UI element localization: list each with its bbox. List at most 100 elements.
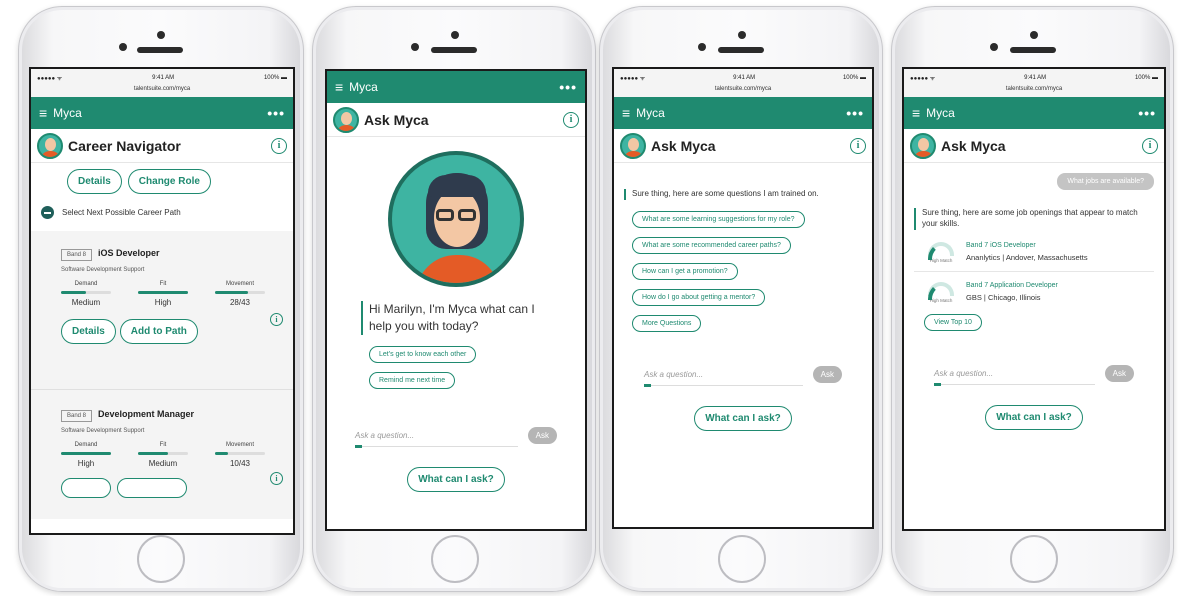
- avatar: [333, 106, 359, 133]
- url-bar[interactable]: talentsuite.com/myca: [614, 86, 872, 97]
- info-icon[interactable]: i: [270, 313, 283, 326]
- sensor-icon: [411, 43, 419, 51]
- job-result[interactable]: High Match Band 7 Application Developer G…: [914, 272, 1154, 311]
- job-subtitle: Software Development Support: [61, 267, 145, 273]
- app-bar: ≡ Myca •••: [614, 97, 872, 129]
- suggestion-chip[interactable]: Let's get to know each other: [369, 345, 477, 363]
- menu-icon[interactable]: ≡: [335, 79, 343, 95]
- view-top-10-button[interactable]: View Top 10: [924, 313, 982, 331]
- camera-icon: [451, 31, 459, 39]
- details-button[interactable]: Details: [67, 169, 122, 194]
- status-bar: ●●●●● ᯤ 9:41 AM 100% ▬: [614, 69, 872, 86]
- match-gauge-icon: [928, 241, 954, 260]
- ask-button[interactable]: Ask: [812, 366, 842, 384]
- suggestion-chip[interactable]: What are some recommended career paths?: [632, 236, 791, 254]
- job-result-location: GBS | Chicago, Illinois: [966, 293, 1041, 303]
- more-icon[interactable]: •••: [559, 79, 577, 95]
- metrics-row: Demand High Fit Medium Movement 10/43: [61, 442, 285, 468]
- app-name: Myca: [636, 106, 665, 120]
- app-bar: ≡ Myca •••: [904, 97, 1164, 129]
- speaker-icon: [718, 47, 764, 53]
- ask-input[interactable]: Ask a question...: [644, 364, 803, 387]
- avatar: [620, 132, 646, 159]
- job-result[interactable]: High Match Band 7 iOS Developer Ananlytic…: [914, 238, 1154, 272]
- ask-button[interactable]: Ask: [527, 427, 557, 445]
- menu-icon[interactable]: ≡: [622, 105, 630, 121]
- camera-icon: [157, 31, 165, 39]
- add-to-path-button[interactable]: [117, 478, 187, 498]
- more-icon[interactable]: •••: [846, 105, 864, 121]
- bot-message: Sure thing, here are some job openings t…: [914, 208, 1154, 230]
- info-icon[interactable]: i: [1142, 137, 1158, 154]
- suggestion-chip[interactable]: How can I get a promotion?: [632, 262, 738, 280]
- app-name: Myca: [926, 106, 955, 120]
- app-name: Myca: [349, 80, 378, 94]
- add-to-path-button[interactable]: Add to Path: [119, 319, 198, 344]
- status-bar: ●●●●● ᯤ 9:41 AM 100% ▬: [31, 69, 293, 86]
- suggestion-chip[interactable]: Remind me next time: [369, 371, 456, 389]
- page-title: Ask Myca: [651, 137, 716, 154]
- minus-circle-icon: [41, 206, 54, 219]
- ask-button[interactable]: Ask: [1104, 365, 1134, 383]
- match-gauge-icon: [928, 281, 954, 300]
- screen-ask-myca-questions: ●●●●● ᯤ 9:41 AM 100% ▬ talentsuite.com/myc…: [612, 67, 874, 529]
- chat-area: Hi Marilyn, I'm Myca what can I help you…: [327, 287, 585, 395]
- what-can-i-ask-button[interactable]: What can I ask?: [985, 404, 1083, 430]
- job-result-title: Band 7 Application Developer: [966, 282, 1058, 290]
- change-role-button[interactable]: Change Role: [127, 169, 211, 194]
- chat-area: What jobs are available? Sure thing, her…: [904, 163, 1164, 337]
- page-title: Career Navigator: [68, 137, 181, 154]
- job-card[interactable]: Band 8 iOS Developer Software Development…: [31, 231, 293, 389]
- phone-2: ≡ Myca ••• Ask Myca i Hi Marilyn, I'm Myca …: [312, 6, 596, 592]
- job-title: Development Manager: [98, 409, 195, 419]
- page-header: Ask Myca i: [327, 103, 585, 137]
- ask-bar: Ask a question... Ask: [614, 364, 872, 387]
- home-button[interactable]: [718, 535, 766, 583]
- more-icon[interactable]: •••: [1138, 105, 1156, 121]
- myca-avatar-large: [388, 151, 524, 287]
- menu-icon[interactable]: ≡: [912, 105, 920, 121]
- suggestion-chip[interactable]: What are some learning suggestions for m…: [632, 210, 805, 228]
- job-subtitle: Software Development Support: [61, 428, 145, 434]
- sensor-icon: [990, 43, 998, 51]
- ask-input[interactable]: Ask a question...: [934, 363, 1095, 386]
- job-result-title: Band 7 iOS Developer: [966, 242, 1036, 250]
- camera-icon: [738, 31, 746, 39]
- status-bar: ●●●●● ᯤ 9:41 AM 100% ▬: [904, 69, 1164, 86]
- more-icon[interactable]: •••: [267, 105, 285, 121]
- job-result-location: Ananlytics | Andover, Massachusetts: [966, 253, 1088, 263]
- info-icon[interactable]: i: [563, 111, 579, 128]
- details-button[interactable]: [61, 478, 111, 498]
- page-header: Ask Myca i: [614, 129, 872, 163]
- job-card[interactable]: Band 8 Development Manager Software Devel…: [31, 389, 293, 519]
- more-questions-chip[interactable]: More Questions: [632, 314, 702, 332]
- ask-bar: Ask a question... Ask: [327, 425, 585, 448]
- menu-icon[interactable]: ≡: [39, 105, 47, 121]
- chat-area: Sure thing, here are some questions I am…: [614, 163, 872, 338]
- app-name: Myca: [53, 106, 82, 120]
- page-header: Ask Myca i: [904, 129, 1164, 163]
- next-path-row[interactable]: Select Next Possible Career Path: [31, 194, 293, 231]
- suggestion-chip[interactable]: How do I go about getting a mentor?: [632, 288, 766, 306]
- home-button[interactable]: [431, 535, 479, 583]
- ask-input[interactable]: Ask a question...: [355, 425, 518, 448]
- info-icon[interactable]: i: [271, 137, 287, 154]
- url-bar[interactable]: talentsuite.com/myca: [904, 86, 1164, 97]
- question-list: What are some learning suggestions for m…: [624, 208, 860, 338]
- what-can-i-ask-button[interactable]: What can I ask?: [407, 466, 505, 492]
- speaker-icon: [137, 47, 183, 53]
- screen-ask-myca-intro: ≡ Myca ••• Ask Myca i Hi Marilyn, I'm Myca …: [325, 69, 587, 531]
- info-icon[interactable]: i: [270, 472, 283, 485]
- phone-3: ●●●●● ᯤ 9:41 AM 100% ▬ talentsuite.com/myc…: [599, 6, 883, 592]
- screen-career-navigator: ●●●●● ᯤ 9:41 AM 100% ▬ talentsuite.com/myc…: [29, 67, 295, 535]
- url-bar[interactable]: talentsuite.com/myca: [31, 86, 293, 97]
- job-title: iOS Developer: [98, 248, 160, 258]
- bot-message: Sure thing, here are some questions I am…: [624, 189, 860, 200]
- details-button[interactable]: Details: [61, 319, 116, 344]
- avatar: [37, 132, 63, 159]
- what-can-i-ask-button[interactable]: What can I ask?: [694, 405, 792, 431]
- ask-bar: Ask a question... Ask: [904, 363, 1164, 386]
- info-icon[interactable]: i: [850, 137, 866, 154]
- home-button[interactable]: [137, 535, 185, 583]
- home-button[interactable]: [1010, 535, 1058, 583]
